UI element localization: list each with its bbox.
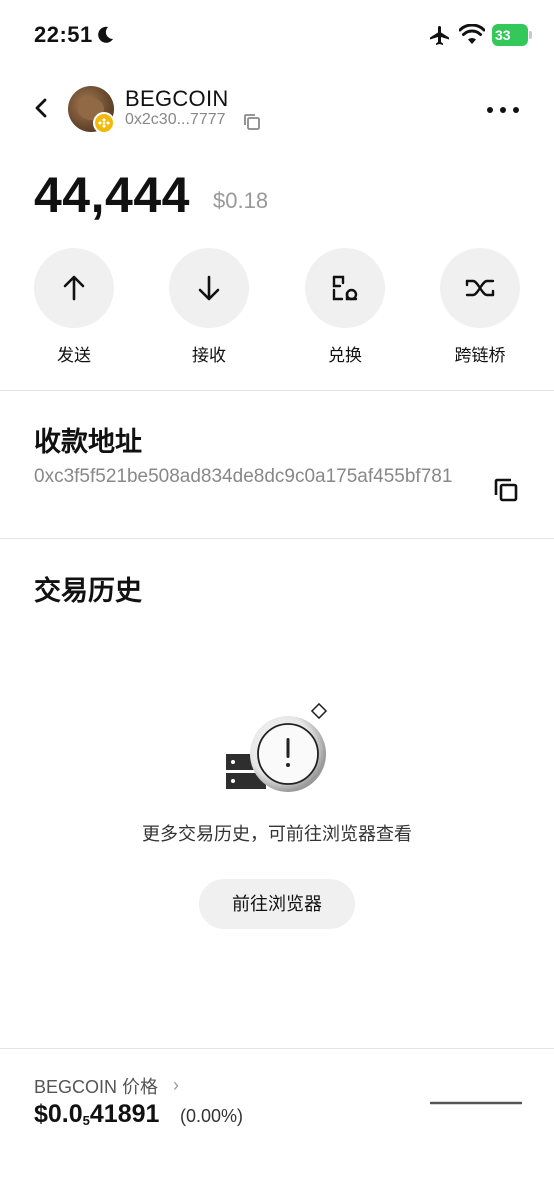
status-bar: 22:51 33 (0, 0, 554, 70)
copy-address-icon[interactable] (492, 476, 520, 504)
receive-label: 接收 (192, 346, 226, 365)
empty-history-icon (226, 702, 328, 792)
status-time: 22:51 (34, 22, 93, 47)
receive-address-title: 收款地址 (34, 427, 142, 458)
copy-icon[interactable] (242, 112, 262, 132)
price-prefix: $0.0 (34, 1100, 83, 1128)
airplane-icon (430, 26, 449, 45)
send-label: 发送 (57, 346, 91, 365)
price-value: $0.0541891 (34, 1100, 159, 1129)
arrow-up-icon (63, 275, 85, 301)
back-icon[interactable] (28, 94, 56, 122)
battery-level: 33 (495, 27, 511, 43)
receive-button[interactable]: 接收 (169, 248, 249, 366)
chevron-right-icon[interactable]: › (173, 1075, 179, 1096)
bridge-icon (465, 279, 495, 297)
swap-icon (332, 275, 358, 301)
price-digits: 41891 (89, 1100, 160, 1128)
token-address-short: 0x2c30...7777 (125, 111, 226, 128)
send-button[interactable]: 发送 (34, 248, 114, 366)
price-sparkline (430, 1101, 522, 1105)
empty-history-text: 更多交易历史，可前往浏览器查看 (142, 824, 412, 844)
bridge-button[interactable]: 跨链桥 (440, 248, 520, 366)
divider (0, 1048, 554, 1049)
receive-address: 0xc3f5f521be508ad834de8dc9c0a175af455bf7… (34, 466, 453, 487)
more-icon[interactable] (486, 106, 520, 114)
receive-circle[interactable] (169, 248, 249, 328)
divider (0, 390, 554, 391)
bridge-circle[interactable] (440, 248, 520, 328)
price-change: (0.00%) (180, 1106, 244, 1126)
wifi-icon (459, 24, 485, 44)
price-zero-count: 5 (82, 1113, 90, 1128)
swap-circle[interactable] (305, 248, 385, 328)
divider (0, 538, 554, 539)
arrow-down-icon (198, 275, 220, 301)
battery-indicator: 33 (492, 24, 532, 46)
token-balance: 44,444 (34, 167, 190, 223)
battery-cap (529, 31, 532, 39)
swap-button[interactable]: 兑换 (305, 248, 385, 366)
send-circle[interactable] (34, 248, 114, 328)
history-title: 交易历史 (34, 576, 142, 607)
bridge-label: 跨链桥 (454, 346, 506, 365)
token-name: BEGCOIN (125, 86, 229, 111)
go-to-explorer-button[interactable]: 前往浏览器 (199, 879, 355, 929)
bnb-chain-icon (93, 112, 115, 134)
moon-icon (98, 26, 113, 43)
balance-usd: $0.18 (213, 188, 269, 213)
price-label[interactable]: BEGCOIN 价格 (34, 1073, 158, 1099)
swap-label: 兑换 (328, 346, 362, 365)
